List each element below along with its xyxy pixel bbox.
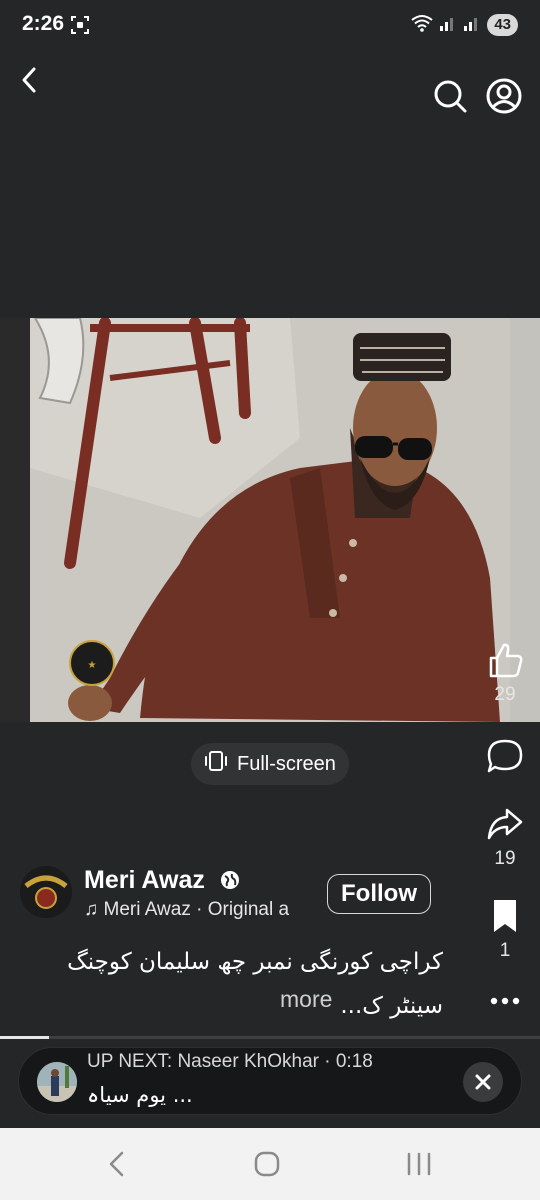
- svg-text:★: ★: [88, 660, 97, 671]
- fullscreen-button[interactable]: Full-screen: [191, 743, 349, 785]
- search-icon: [434, 80, 467, 113]
- author-name[interactable]: Meri Awaz: [84, 866, 205, 895]
- up-next-thumbnail: [37, 1062, 77, 1102]
- up-next-card[interactable]: UP NEXT: Naseer KhOkhar · 0:18 یوم سیاہ …: [18, 1047, 522, 1115]
- screenshot-icon: [70, 15, 90, 40]
- back-button[interactable]: [14, 63, 48, 97]
- fullscreen-icon: [203, 748, 229, 780]
- comment-button[interactable]: [480, 736, 530, 776]
- bookmark-icon: [494, 900, 516, 932]
- save-count: 1: [499, 940, 511, 961]
- status-bar: 2:26 43: [0, 0, 540, 50]
- nav-back-button[interactable]: [104, 1150, 130, 1183]
- progress-fill: [0, 1036, 49, 1039]
- share-icon: [487, 808, 523, 840]
- nav-recents-icon: [407, 1152, 431, 1176]
- battery-level: 43: [487, 14, 518, 36]
- status-indicators: 43: [411, 13, 518, 37]
- like-button[interactable]: 29: [480, 640, 530, 706]
- globe-icon: [220, 870, 240, 895]
- post-caption: کراچی کورنگی نمبر چھ سلیمان کوچنگ سینٹر …: [67, 949, 443, 1019]
- see-more-link[interactable]: more: [280, 986, 332, 1013]
- close-icon: [475, 1074, 491, 1090]
- progress-bar[interactable]: [0, 1036, 540, 1039]
- video-player[interactable]: ★: [0, 318, 540, 722]
- comment-icon: [487, 739, 523, 773]
- system-nav-bar: [0, 1128, 540, 1200]
- like-icon: [489, 643, 523, 678]
- fullscreen-label: Full-screen: [237, 752, 336, 775]
- audio-info[interactable]: ♫ Meri Awaz · Original a: [84, 899, 308, 921]
- share-button[interactable]: 19: [480, 804, 530, 870]
- up-next-subtitle: یوم سیاہ ...: [87, 1083, 193, 1107]
- music-note-icon: ♫: [84, 899, 99, 920]
- nav-home-button[interactable]: [253, 1150, 281, 1183]
- signal-icon-2: [463, 14, 481, 37]
- nav-recents-button[interactable]: [404, 1150, 434, 1183]
- up-next-title: UP NEXT: Naseer KhOkhar · 0:18: [87, 1051, 373, 1072]
- more-options-button[interactable]: [480, 986, 530, 1016]
- avatar[interactable]: [20, 866, 72, 918]
- profile-button[interactable]: [484, 76, 524, 121]
- save-button[interactable]: 1: [480, 896, 530, 962]
- signal-icon: [439, 14, 457, 37]
- status-time: 2:26: [22, 12, 65, 35]
- close-button[interactable]: [463, 1062, 503, 1102]
- like-count: 29: [494, 684, 516, 705]
- wifi-icon: [411, 14, 433, 37]
- more-icon: [490, 997, 520, 1005]
- profile-icon: [486, 78, 522, 114]
- follow-button[interactable]: Follow: [327, 874, 431, 914]
- audio-label: Meri Awaz · Original a: [103, 899, 290, 920]
- nav-back-icon: [109, 1151, 124, 1177]
- nav-home-icon: [254, 1151, 280, 1177]
- search-button[interactable]: [430, 76, 470, 121]
- share-count: 19: [494, 848, 516, 869]
- back-chevron-icon: [22, 67, 36, 93]
